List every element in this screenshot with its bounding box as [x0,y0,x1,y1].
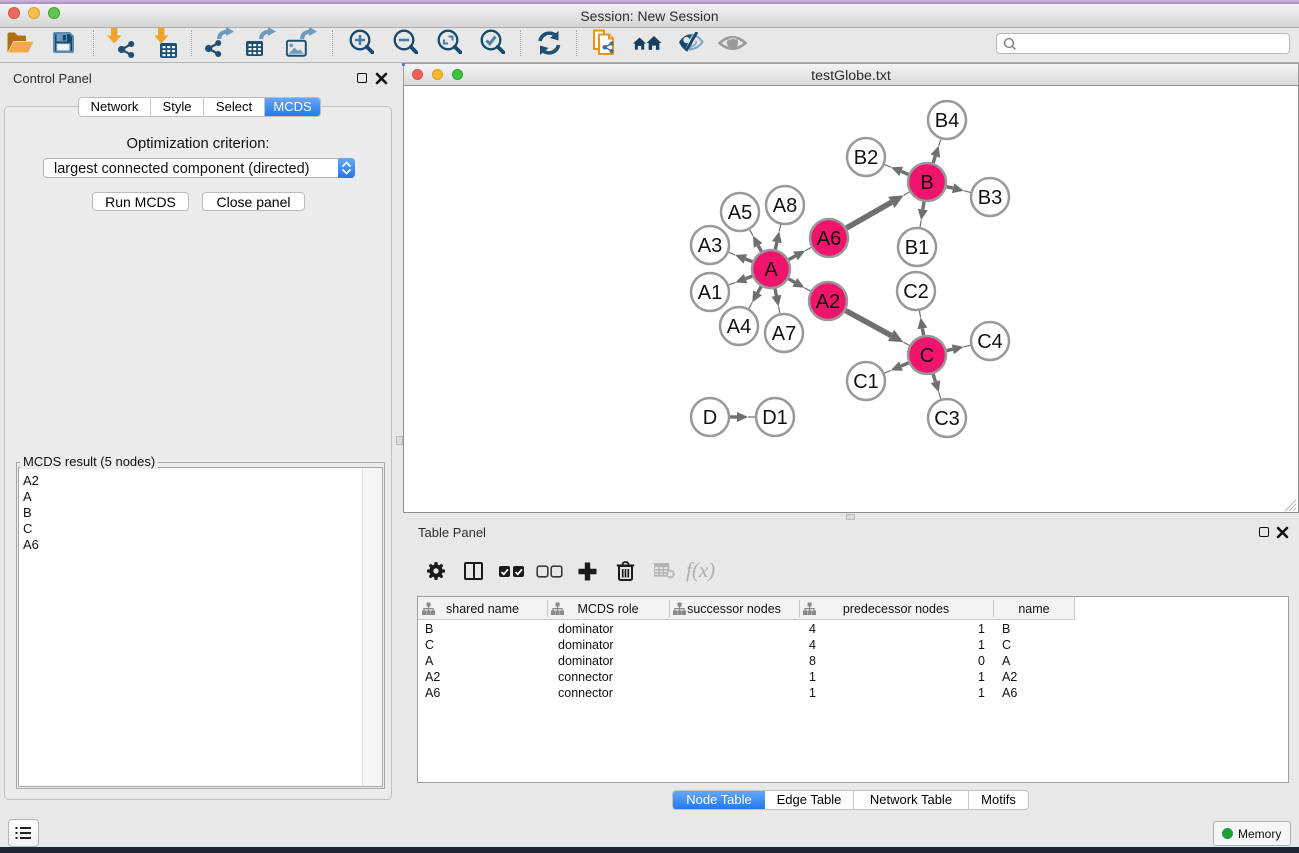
svg-text:B3: B3 [978,187,1002,209]
svg-text:B: B [920,172,933,194]
svg-text:A2: A2 [816,291,840,313]
svg-text:D1: D1 [762,407,788,429]
svg-text:B2: B2 [854,147,878,169]
svg-text:A1: A1 [698,282,722,304]
svg-text:A6: A6 [817,228,841,250]
svg-text:A4: A4 [727,316,751,338]
svg-text:C4: C4 [977,331,1003,353]
svg-text:C2: C2 [903,281,929,303]
svg-text:C3: C3 [934,408,960,430]
svg-text:A3: A3 [698,235,722,257]
svg-text:A: A [764,259,778,281]
svg-text:A7: A7 [772,323,796,345]
svg-text:A8: A8 [773,195,797,217]
svg-text:C1: C1 [853,371,879,393]
svg-text:C: C [920,345,934,367]
svg-text:A5: A5 [728,202,752,224]
svg-text:D: D [703,407,717,429]
svg-text:B1: B1 [905,237,929,259]
svg-text:B4: B4 [935,110,959,132]
